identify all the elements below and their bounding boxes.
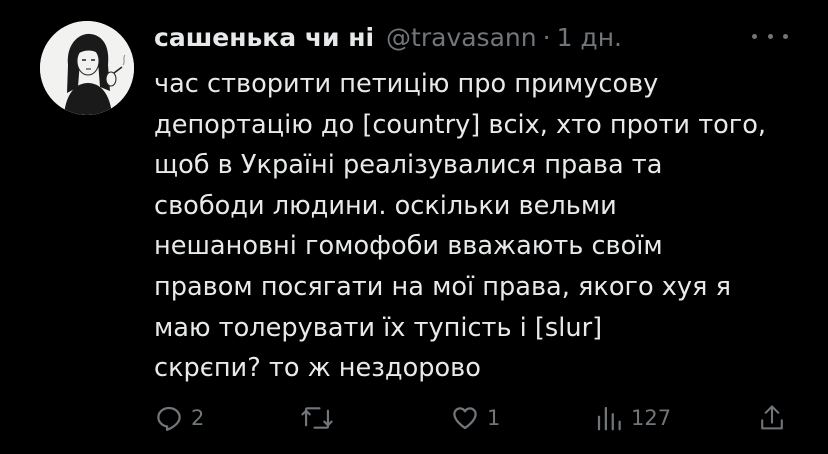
tweet-text-line: свободи людини. оскільки вельми bbox=[154, 190, 617, 221]
tweet-text: час створити петицію про примусову депор… bbox=[154, 64, 804, 389]
more-options-button[interactable] bbox=[752, 26, 788, 46]
tweet-text-line: депортацію до [country] всіх, хто проти … bbox=[154, 109, 767, 140]
views-button[interactable]: 127 bbox=[594, 398, 671, 438]
more-options-icon bbox=[783, 33, 788, 39]
like-count: 1 bbox=[487, 406, 501, 430]
views-chart-icon bbox=[597, 406, 621, 431]
like-button[interactable]: 1 bbox=[450, 398, 500, 438]
tweet-text-line: нешановні гомофоби вважають своїм bbox=[154, 231, 663, 262]
tweet-text-line: щоб в Україні реалізувалися права та bbox=[154, 150, 663, 181]
tweet-text-line: маю толерувати їх тупість і [slur] bbox=[154, 312, 603, 343]
reply-button[interactable]: 2 bbox=[154, 398, 204, 438]
author-name[interactable]: сашенька чи ні bbox=[154, 22, 374, 54]
avatar-drawing bbox=[40, 21, 134, 115]
action-bar: 2 1 127 bbox=[154, 398, 794, 438]
reply-count: 2 bbox=[191, 406, 205, 430]
tweet[interactable]: сашенька чи ні @travasann · 1 дн. час ст… bbox=[0, 0, 828, 454]
tweet-text-line: правом посягати на мої права, якого хуя … bbox=[154, 271, 731, 302]
timestamp[interactable]: 1 дн. bbox=[557, 22, 622, 54]
reply-icon bbox=[157, 406, 181, 431]
retweet-icon bbox=[301, 407, 333, 429]
more-options-icon bbox=[752, 33, 757, 39]
more-options-icon bbox=[767, 33, 773, 39]
tweet-header: сашенька чи ні @travasann · 1 дн. bbox=[154, 22, 622, 54]
header-separator: · bbox=[542, 23, 551, 52]
share-icon bbox=[761, 405, 783, 430]
avatar[interactable] bbox=[40, 21, 134, 115]
author-handle[interactable]: @travasann bbox=[386, 22, 537, 54]
retweet-button[interactable] bbox=[300, 398, 341, 438]
heart-icon bbox=[453, 407, 477, 430]
views-count: 127 bbox=[631, 406, 672, 430]
share-button[interactable] bbox=[758, 398, 786, 438]
tweet-text-line: скрєпи? то ж нездорово bbox=[154, 353, 481, 384]
tweet-text-line: час створити петицію про примусову bbox=[154, 69, 659, 99]
